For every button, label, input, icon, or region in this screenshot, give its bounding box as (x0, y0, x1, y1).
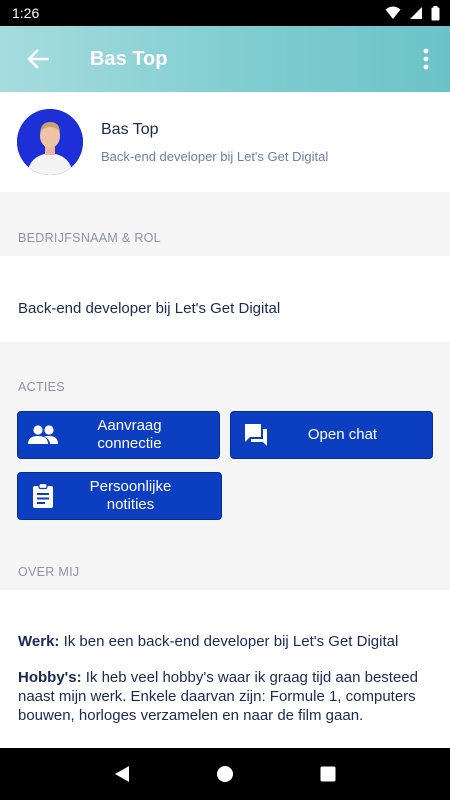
about-hobbies: Hobby's: Ik heb veel hobby's waar ik gra… (18, 668, 432, 725)
more-vert-icon (423, 48, 429, 70)
request-connection-label: Aanvraag connectie (97, 417, 162, 452)
back-button[interactable] (8, 26, 68, 92)
section-header-actions: ACTIES (0, 342, 450, 406)
section-label-actions: ACTIES (18, 380, 65, 394)
about-work: Werk: Ik ben een back-end developer bij … (18, 632, 432, 651)
work-label: Werk: (18, 633, 60, 650)
profile-name: Bas Top (101, 120, 159, 138)
section-header-about: OVER MIJ (0, 526, 450, 590)
company-role-card (0, 256, 450, 342)
hobbies-label: Hobby's: (18, 669, 82, 686)
request-connection-button[interactable]: Aanvraag connectie (17, 411, 220, 459)
profile-header: Bas Top Back-end developer bij Let's Get… (0, 92, 450, 192)
signal-icon (410, 7, 422, 19)
chat-icon (233, 412, 279, 458)
clipboard-icon (20, 473, 66, 519)
personal-notes-label: Persoonlijke notities (89, 478, 172, 513)
section-label-company: BEDRIJFSNAAM & ROL (18, 231, 161, 245)
open-chat-button[interactable]: Open chat (230, 411, 433, 459)
company-role-text: Back-end developer bij Let's Get Digital (18, 300, 281, 317)
status-time: 1:26 (12, 5, 40, 21)
profile-subtitle: Back-end developer bij Let's Get Digital (101, 148, 329, 164)
arrow-back-icon (27, 49, 49, 69)
battery-icon (431, 5, 440, 20)
avatar (17, 109, 83, 175)
status-icons (385, 5, 440, 21)
nav-recents-icon (320, 766, 336, 782)
wifi-icon (385, 6, 401, 19)
personal-notes-button[interactable]: Persoonlijke notities (17, 472, 222, 520)
page-title: Bas Top (90, 47, 168, 70)
nav-home-icon (216, 766, 233, 782)
status-bar: 1:26 (0, 0, 450, 26)
app-bar: Bas Top (0, 26, 450, 92)
open-chat-label: Open chat (307, 426, 378, 443)
more-options-button[interactable] (402, 26, 450, 92)
nav-recents-button[interactable] (308, 754, 348, 794)
nav-home-button[interactable] (205, 754, 245, 794)
nav-back-icon (114, 766, 129, 782)
people-icon (20, 412, 66, 458)
nav-back-button[interactable] (102, 754, 142, 794)
section-label-about: OVER MIJ (18, 565, 80, 579)
system-nav-bar (0, 748, 450, 800)
section-header-company: BEDRIJFSNAAM & ROL (0, 192, 450, 256)
work-text: Ik ben een back-end developer bij Let's … (59, 633, 399, 650)
